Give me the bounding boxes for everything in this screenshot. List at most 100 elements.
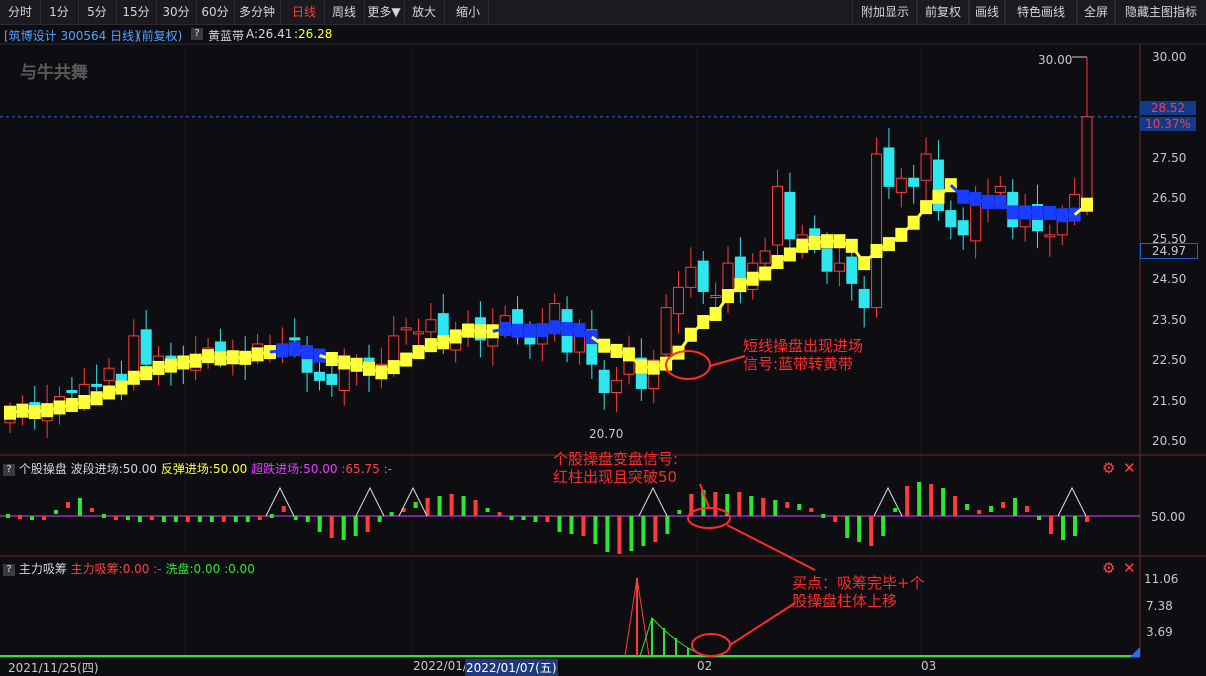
price-tick-0: 30.00 [1152, 50, 1187, 64]
band-line-23 [282, 347, 295, 352]
candle-body-7 [91, 383, 103, 387]
price-tick-5: 23.50 [1152, 312, 1187, 327]
panel1-bar-20 [245, 516, 250, 522]
panel1-bar-16 [197, 516, 202, 522]
candle-body-33 [413, 331, 425, 335]
panel1-col-27 [329, 516, 334, 538]
panel1-settings-gear-icon[interactable]: ⚙ [1102, 461, 1115, 476]
low-price-marker: 20.70 [589, 427, 624, 441]
high-price-marker: 30.00 [1038, 53, 1073, 67]
panel1-bar-31 [377, 516, 382, 522]
panel2-close-icon[interactable]: ✕ [1123, 561, 1136, 576]
panel1-bar-44 [533, 516, 538, 522]
panel1-triangle-1 [355, 486, 385, 517]
panel1-triangle-4 [873, 486, 903, 517]
panel1-bar-15 [185, 516, 190, 522]
panel1-bar-12 [149, 516, 154, 520]
band-line-41 [504, 327, 518, 333]
band-line-43 [529, 328, 543, 333]
panel1-col-48 [581, 516, 586, 536]
candle-body-54 [672, 286, 684, 315]
candle-body-66 [821, 248, 833, 272]
panel2-help-button[interactable]: ? [3, 563, 15, 576]
candle-body-23 [289, 337, 301, 341]
candle-body-67 [833, 262, 845, 272]
candle-body-70 [871, 153, 883, 309]
panel1-bar-40 [485, 508, 490, 512]
panel1-col-78 [941, 488, 946, 516]
panel1-bar-13 [161, 516, 166, 522]
panel2-axis-max: 11.06 [1144, 572, 1179, 586]
panel1-bar-68 [821, 514, 826, 518]
price-tick-8: 20.50 [1152, 434, 1187, 448]
panel1-bar-32 [389, 512, 394, 516]
scroll-corner-icon [1130, 647, 1140, 657]
date-label-feb: 02 [697, 659, 713, 673]
band-line-74 [912, 206, 928, 224]
panel1-col-54 [653, 516, 658, 542]
panel1-bar-2 [29, 516, 34, 520]
panel2-axis-mid: 7.38 [1146, 599, 1173, 613]
panel1-col-38 [461, 496, 466, 516]
annotation-pointer-entry [709, 355, 746, 367]
price-tick-2: 26.50 [1152, 191, 1187, 206]
panel1-bar-42 [509, 516, 514, 520]
panel1-header: ? 个股操盘 波段进场:50.00 反弹进场:50.00 超跌进场:50.00 … [3, 460, 392, 477]
panel1-bar-9 [113, 516, 118, 520]
price-tick-4: 24.50 [1152, 272, 1187, 287]
annotation-ellipse-entry [665, 350, 711, 380]
candle-body-46 [573, 335, 585, 353]
annotation-turn-line2: 红柱出现且突破50 [553, 468, 678, 486]
candle-body-48 [598, 369, 610, 393]
band-line-15 [183, 359, 196, 364]
panel1-s1: 波段进场:50.00 [70, 462, 158, 476]
panel1-help-button[interactable]: ? [3, 463, 15, 476]
panel2-axis-low: 3.69 [1146, 625, 1173, 639]
price-tick-7: 21.50 [1152, 393, 1187, 408]
candle-body-27 [338, 367, 350, 391]
panel2-header: ? 主力吸筹 主力吸筹:0.00 :- 洗盘:0.00 :0.00 [3, 560, 255, 577]
panel1-bar-82 [989, 506, 994, 512]
band-line-58 [714, 295, 730, 315]
panel1-col-84 [1013, 498, 1018, 516]
panel1-bar-74 [893, 508, 898, 512]
panel1-bar-86 [1037, 516, 1042, 520]
candle-body-17 [214, 341, 226, 353]
panel1-bar-34 [413, 502, 418, 508]
panel1-col-63 [761, 498, 766, 516]
panel1-col-26 [317, 516, 322, 532]
candle-body-5 [66, 389, 78, 393]
panel2-settings-gear-icon[interactable]: ⚙ [1102, 561, 1115, 576]
band-line-38 [467, 329, 481, 333]
panel1-bar-4 [53, 510, 58, 514]
candle-body-73 [908, 177, 920, 187]
panel1-triangle-3 [638, 486, 668, 517]
panel1-bar-83 [1001, 502, 1006, 508]
candle-body-76 [945, 210, 957, 228]
candle-body-56 [697, 260, 709, 292]
candle-body-55 [685, 266, 697, 288]
annotation-entry-signal: 短线操盘出现进场 信号:蓝带转黄带 [743, 337, 863, 373]
panel1-col-28 [341, 516, 346, 540]
panel1-bar-81 [977, 510, 982, 514]
panel1-s2: 反弹进场:50.00 [160, 462, 248, 476]
panel1-bar-21 [257, 516, 262, 520]
candle-body-63 [784, 191, 796, 240]
annotation-ellipse-turn [687, 507, 731, 529]
panel1-col-51 [617, 516, 622, 554]
current-pct-tag: 10.37% [1140, 117, 1196, 131]
panel1-close-icon[interactable]: ✕ [1123, 461, 1136, 476]
candle-body-84 [1044, 234, 1056, 238]
panel1-bar-80 [965, 504, 970, 510]
date-label-jan: 2022/01/ [413, 659, 467, 673]
panel1-col-73 [881, 516, 886, 536]
panel1-col-87 [1049, 516, 1054, 534]
panel1-bar-18 [221, 516, 226, 522]
annotation-entry-line2: 信号:蓝带转黄带 [743, 355, 854, 373]
candle-body-49 [611, 379, 623, 393]
panel1-col-39 [473, 500, 478, 516]
panel1-col-53 [641, 516, 646, 546]
panel1-bar-5 [65, 502, 70, 508]
panel2-s1: 主力吸筹:0.00 [70, 562, 150, 576]
panel1-col-77 [929, 484, 934, 516]
